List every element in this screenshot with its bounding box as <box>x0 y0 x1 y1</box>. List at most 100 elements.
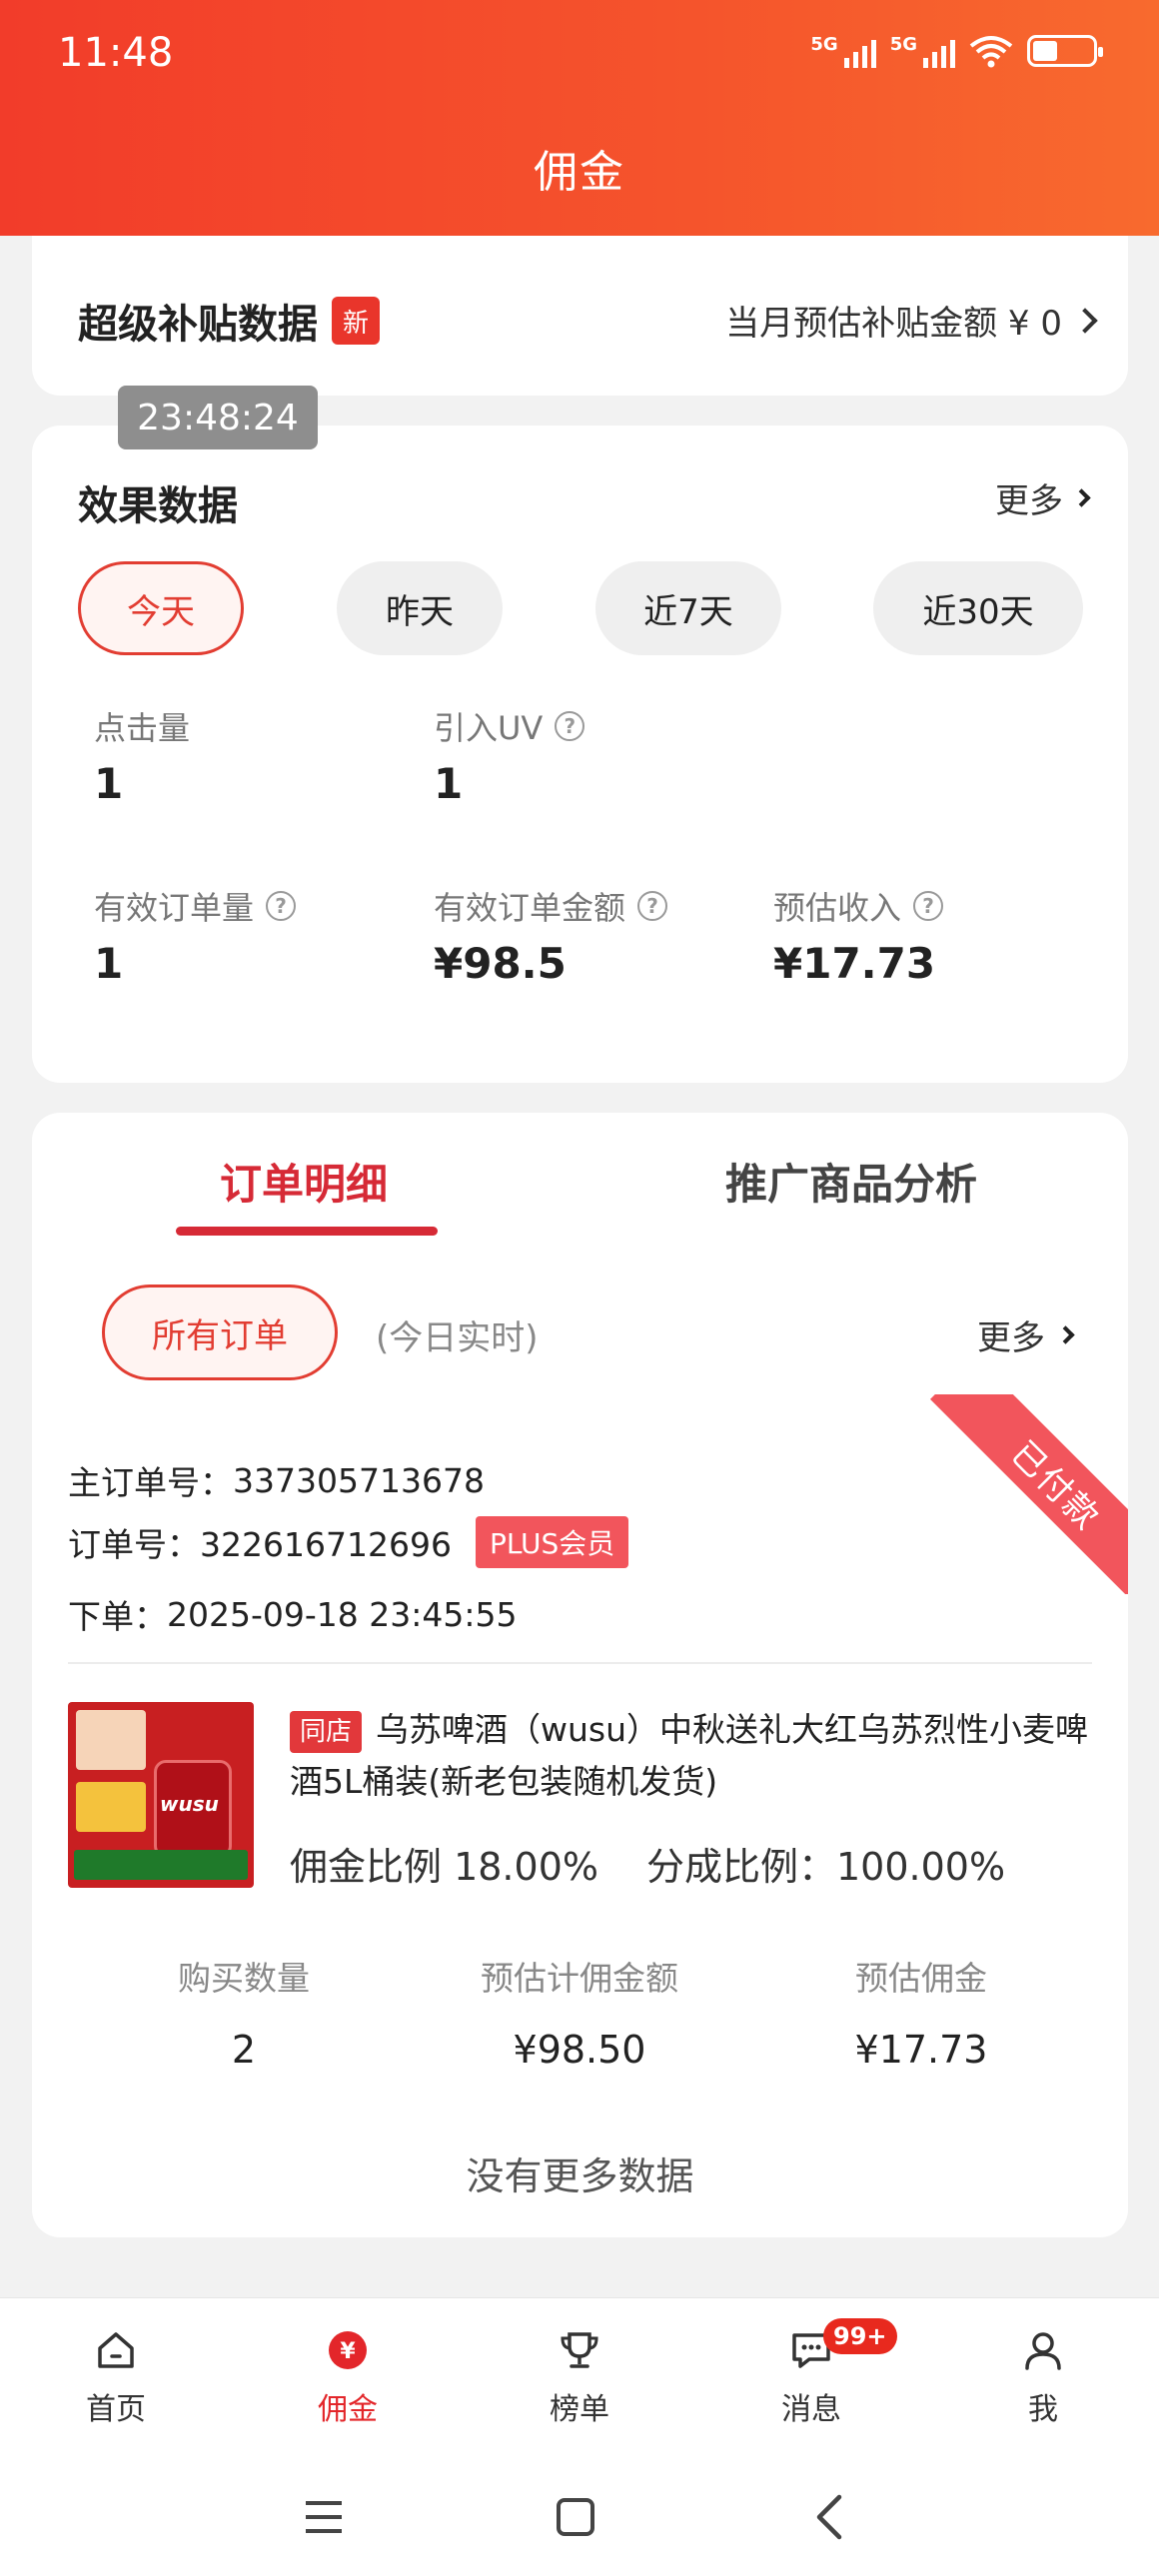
signal-icon-2: 5G <box>890 34 955 68</box>
wifi-icon <box>969 36 1013 68</box>
amount-value: ¥98.5 <box>434 939 567 988</box>
user-icon <box>1017 2324 1069 2376</box>
orders-value: 1 <box>94 939 124 988</box>
tab-order-details[interactable]: 订单明细 <box>220 1151 388 1212</box>
income-value: ¥17.73 <box>773 939 936 988</box>
subsidy-amount: 当月预估补贴金额 ¥ 0 <box>725 304 1062 344</box>
product-title-text: 乌苏啤酒（wusu）中秋送礼大红乌苏烈性小麦啤酒5L桶装(新老包装随机发货) <box>290 1710 1089 1801</box>
filter-all-orders[interactable]: 所有订单 <box>102 1285 338 1380</box>
main-order-number: 337305713678 <box>233 1460 485 1500</box>
period-today[interactable]: 今天 <box>78 561 244 655</box>
placed-line: 下单： 2025-09-18 23:45:55 <box>68 1590 517 1638</box>
no-more-data: 没有更多数据 <box>466 2154 694 2198</box>
uv-label: 引入UV ? <box>434 703 585 749</box>
uv-label-text: 引入UV <box>434 709 544 747</box>
income-label: 预估收入 ? <box>773 883 944 929</box>
product-image-text: wusu <box>160 1792 219 1816</box>
clicks-label-text: 点击量 <box>94 709 191 747</box>
trophy-icon <box>554 2324 605 2376</box>
orders-more-link[interactable]: 更多 <box>977 1310 1075 1359</box>
message-count-badge: 99+ <box>823 2318 897 2354</box>
subsidy-title-text: 超级补贴数据 <box>78 302 318 348</box>
est-commission-label: 预估佣金 <box>855 1959 987 1998</box>
base-amount-value: ¥98.50 <box>513 2028 646 2072</box>
product-title[interactable]: 同店 乌苏啤酒（wusu）中秋送礼大红乌苏烈性小麦啤酒5L桶装(新老包装随机发货) <box>290 1704 1089 1808</box>
period-yesterday[interactable]: 昨天 <box>337 561 503 655</box>
subsidy-card[interactable]: 超级补贴数据 新 当月预估补贴金额 ¥ 0 <box>32 236 1128 396</box>
tab-underline <box>176 1227 438 1236</box>
main-order-label: 主订单号： <box>68 1463 233 1502</box>
help-icon[interactable]: ? <box>913 891 944 921</box>
effect-title: 效果数据 <box>78 483 238 529</box>
tab-product-analysis[interactable]: 推广商品分析 <box>725 1151 977 1212</box>
period-30days[interactable]: 近30天 <box>873 561 1083 655</box>
divider <box>68 1662 1092 1664</box>
nav-messages-label: 消息 <box>781 2392 841 2427</box>
signal-label: 5G <box>810 34 838 55</box>
main-order-line: 主订单号： 337305713678 <box>68 1456 485 1504</box>
subsidy-amount-link[interactable]: 当月预估补贴金额 ¥ 0 <box>725 296 1098 345</box>
order-line: 订单号：322616712696 PLUS会员 <box>68 1516 629 1568</box>
qty-label: 购买数量 <box>178 1959 310 1998</box>
app-header: 11:48 5G 5G 佣金 <box>0 0 1159 236</box>
home-icon <box>90 2324 142 2376</box>
amount-label: 有效订单金额 ? <box>434 883 668 929</box>
nav-ranking[interactable]: 榜单 <box>500 2324 659 2428</box>
signal-label-2: 5G <box>889 34 917 55</box>
svg-text:¥: ¥ <box>340 2339 356 2364</box>
status-ribbon-text: 已付款 <box>930 1394 1128 1594</box>
rates-row: 佣金比例 18.00% 分成比例：100.00% <box>290 1836 1005 1891</box>
nav-me-label: 我 <box>1028 2392 1058 2427</box>
order-number: 322616712696 <box>200 1525 452 1564</box>
home-square-icon[interactable] <box>546 2487 605 2547</box>
nav-ranking-label: 榜单 <box>550 2392 609 2427</box>
new-badge: 新 <box>332 297 380 345</box>
filter-realtime-note: (今日实时) <box>376 1318 539 1358</box>
product-image[interactable]: wusu <box>68 1702 254 1888</box>
page-title: 佣金 <box>534 147 625 198</box>
orders-card: 订单明细 推广商品分析 所有订单 (今日实时) 更多 已付款 主订单号： 337… <box>32 1113 1128 2237</box>
signal-icon: 5G <box>810 34 876 68</box>
store-badge: 同店 <box>290 1710 363 1753</box>
help-icon[interactable]: ? <box>637 891 668 921</box>
order-label: 订单号： <box>68 1525 200 1564</box>
battery-icon <box>1027 35 1103 67</box>
uv-value: 1 <box>434 759 464 808</box>
chevron-right-icon <box>1056 1325 1075 1344</box>
effect-more-link[interactable]: 更多 <box>995 473 1091 522</box>
help-icon[interactable]: ? <box>266 891 297 921</box>
yuan-coin-icon: ¥ <box>322 2324 374 2376</box>
help-icon[interactable]: ? <box>555 711 585 741</box>
time-toast: 23:48:24 <box>118 386 318 449</box>
commission-rate: 佣金比例 18.00% <box>290 1845 598 1889</box>
chevron-right-icon <box>1072 488 1091 507</box>
placed-label: 下单： <box>68 1597 167 1636</box>
period-7days[interactable]: 近7天 <box>595 561 781 655</box>
qty-value: 2 <box>231 2028 257 2072</box>
clicks-label: 点击量 <box>94 703 190 749</box>
bottom-nav: 首页 ¥ 佣金 榜单 99+ 消息 我 <box>0 2297 1159 2457</box>
base-amount-label: 预估计佣金额 <box>481 1959 678 1998</box>
est-commission-value: ¥17.73 <box>854 2028 988 2072</box>
menu-icon[interactable] <box>294 2487 354 2547</box>
orders-more-label: 更多 <box>977 1318 1045 1358</box>
chevron-right-icon <box>1072 307 1098 334</box>
orders-label: 有效订单量 ? <box>94 883 297 929</box>
nav-home[interactable]: 首页 <box>36 2324 196 2428</box>
back-icon[interactable] <box>799 2487 859 2547</box>
clicks-value: 1 <box>94 759 124 808</box>
system-nav-bar <box>0 2457 1159 2576</box>
subsidy-title: 超级补贴数据 新 <box>78 292 380 350</box>
orders-label-text: 有效订单量 <box>94 889 255 927</box>
income-label-text: 预估收入 <box>773 889 902 927</box>
effect-card: 效果数据 更多 今天 昨天 近7天 近30天 点击量 1 引入UV ? 1 有效… <box>32 426 1128 1083</box>
effect-more-label: 更多 <box>995 481 1063 521</box>
nav-messages[interactable]: 99+ 消息 <box>731 2318 897 2428</box>
nav-home-label: 首页 <box>86 2392 146 2427</box>
nav-me[interactable]: 我 <box>963 2324 1123 2428</box>
status-ribbon: 已付款 <box>928 1394 1128 1594</box>
placed-time: 2025-09-18 23:45:55 <box>167 1594 518 1634</box>
nav-commission[interactable]: ¥ 佣金 <box>268 2324 428 2428</box>
amount-label-text: 有效订单金额 <box>434 889 626 927</box>
status-icons: 5G 5G <box>810 34 1103 68</box>
